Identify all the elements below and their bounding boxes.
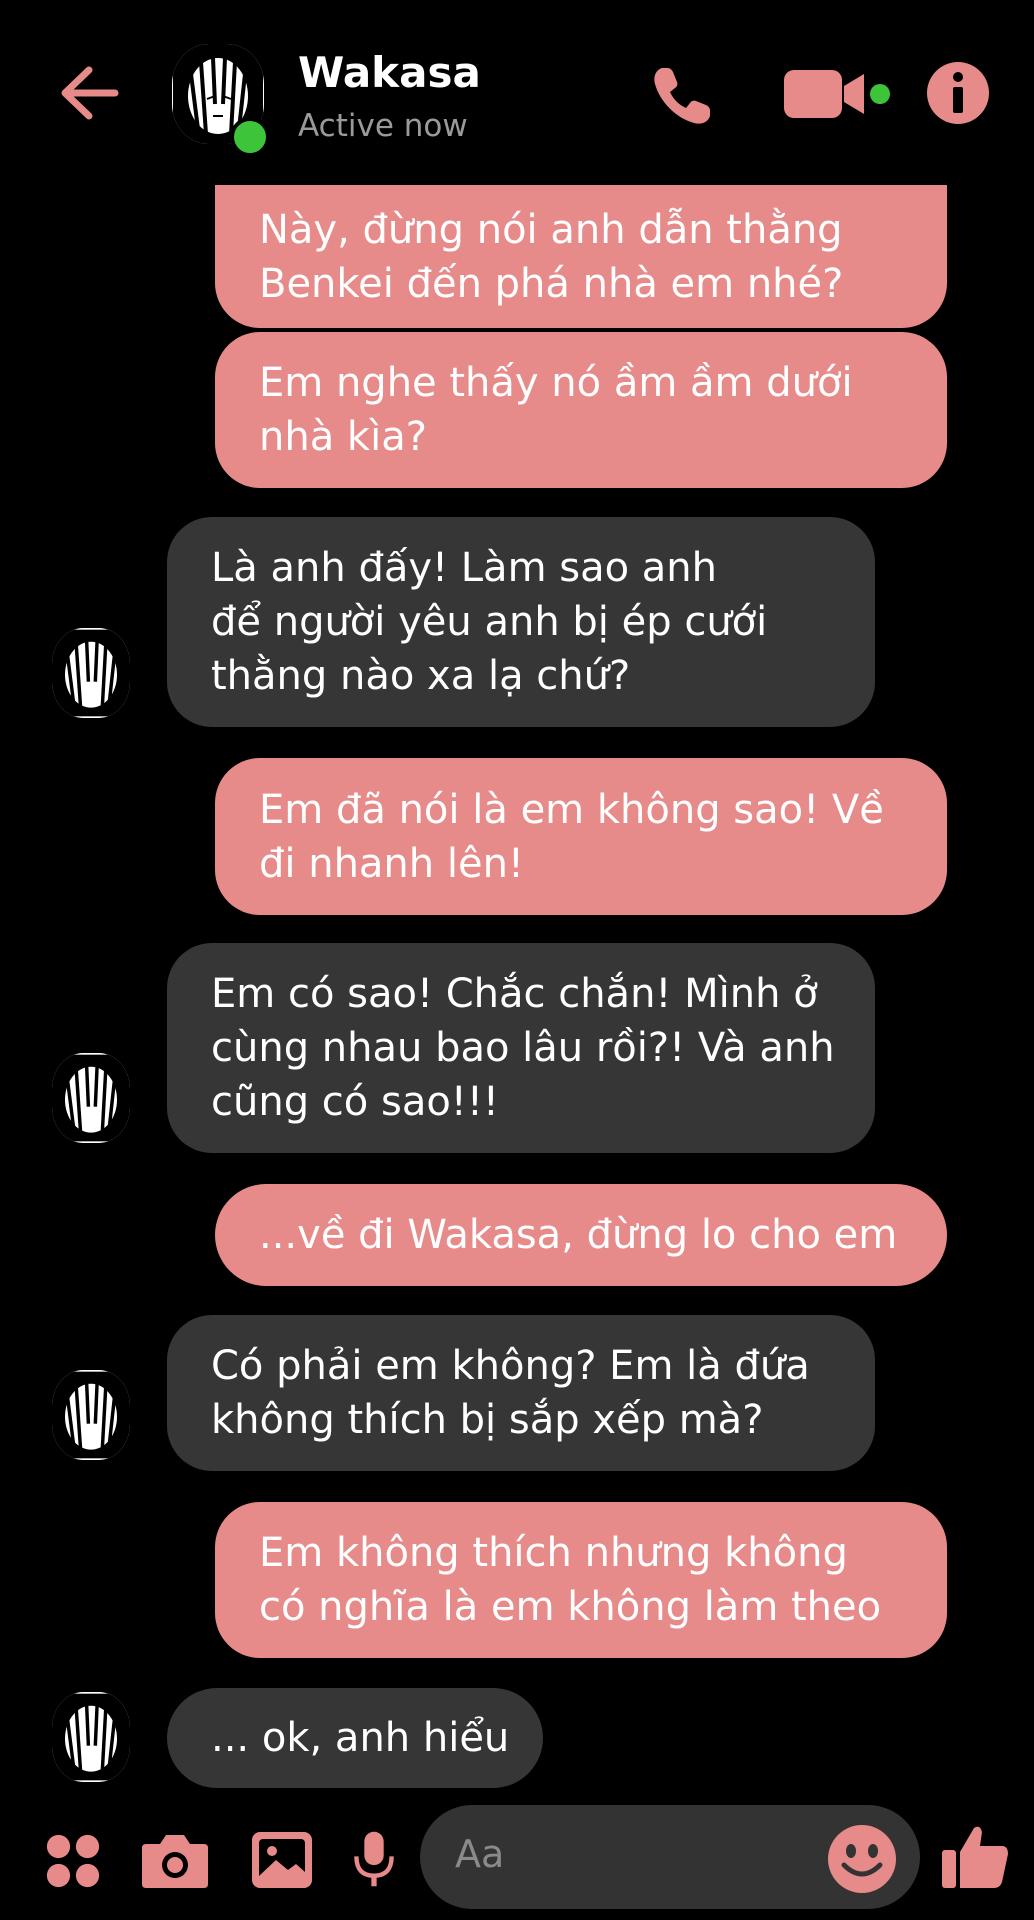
outgoing-message[interactable]: Em không thích nhưng không có nghĩa là e…	[215, 1502, 947, 1658]
incoming-message[interactable]: Có phải em không? Em là đứa không thích …	[167, 1315, 875, 1471]
message-line: không thích bị sắp xếp mà?	[211, 1397, 764, 1443]
video-camera-icon[interactable]	[782, 66, 892, 122]
emoji-icon[interactable]	[826, 1823, 898, 1895]
outgoing-message[interactable]: Em nghe thấy nó ầm ầm dưới nhà kìa?	[215, 332, 947, 488]
incoming-message[interactable]: Là anh đấy! Làm sao anh để người yêu anh…	[167, 517, 875, 727]
message-input-placeholder: Aa	[455, 1832, 505, 1876]
sender-avatar[interactable]	[52, 1370, 130, 1460]
active-status: Active now	[298, 108, 468, 144]
thumbs-up-icon[interactable]	[940, 1822, 1010, 1892]
message-line: Em không thích nhưng không	[259, 1530, 848, 1576]
online-indicator	[230, 117, 270, 157]
image-icon[interactable]	[250, 1830, 314, 1890]
outgoing-message[interactable]: Em đã nói là em không sao! Về đi nhanh l…	[215, 758, 947, 915]
info-icon[interactable]	[925, 60, 991, 126]
message-line: Em nghe thấy nó ầm ầm dưới	[259, 360, 853, 406]
message-line: có nghĩa là em không làm theo	[259, 1584, 882, 1630]
apps-icon[interactable]	[44, 1832, 102, 1890]
message-line: Này, đừng nói anh dẫn thằng	[259, 206, 843, 253]
message-line: Benkei đến phá nhà em nhé?	[259, 260, 844, 307]
phone-icon[interactable]	[648, 60, 718, 130]
message-line: thằng nào xa lạ chứ?	[211, 653, 631, 699]
chat-header: Wakasa Active now	[0, 0, 1034, 185]
incoming-message[interactable]: Em có sao! Chắc chắn! Mình ở cùng nhau b…	[167, 943, 875, 1153]
sender-avatar[interactable]	[52, 628, 130, 718]
message-line: cũng có sao!!!	[211, 1079, 499, 1125]
message-line: Có phải em không? Em là đứa	[211, 1343, 810, 1389]
camera-icon[interactable]	[140, 1830, 210, 1890]
message-line: Em có sao! Chắc chắn! Mình ở	[211, 971, 818, 1017]
message-line: ...về đi Wakasa, đừng lo cho em	[259, 1212, 898, 1258]
message-line: nhà kìa?	[259, 414, 427, 460]
outgoing-message[interactable]: Này, đừng nói anh dẫn thằng Benkei đến p…	[215, 185, 947, 328]
message-line: đi nhanh lên!	[259, 840, 524, 887]
sender-avatar[interactable]	[52, 1053, 130, 1143]
contact-name[interactable]: Wakasa	[298, 48, 481, 97]
message-line: cùng nhau bao lâu rồi?! Và anh	[211, 1025, 835, 1071]
message-line: để người yêu anh bị ép cưới	[211, 599, 768, 645]
message-line: Là anh đấy! Làm sao anh	[211, 545, 717, 591]
sender-avatar[interactable]	[52, 1692, 130, 1782]
outgoing-message[interactable]: ...về đi Wakasa, đừng lo cho em	[215, 1184, 947, 1286]
microphone-icon[interactable]	[352, 1828, 396, 1890]
message-line: ... ok, anh hiểu	[211, 1715, 510, 1761]
message-line: Em đã nói là em không sao! Về	[259, 786, 884, 833]
back-arrow-icon[interactable]	[55, 58, 125, 128]
incoming-message[interactable]: ... ok, anh hiểu	[167, 1688, 543, 1788]
